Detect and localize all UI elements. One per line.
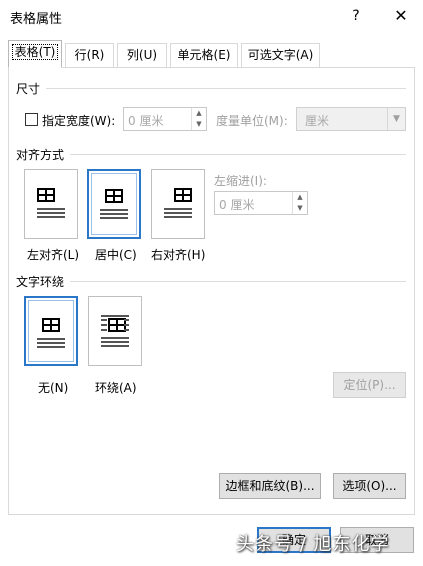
indent-left-spinner[interactable]: 0 厘米 ▲ ▼	[214, 191, 308, 215]
tab-table-label: 表格(T)	[11, 44, 59, 60]
borders-shading-button[interactable]: 边框和底纹(B)...	[219, 473, 321, 499]
spin-down-icon[interactable]: ▼	[293, 203, 307, 214]
options-button[interactable]: 选项(O)...	[333, 473, 406, 499]
measure-in-label: 度量单位(M):	[216, 114, 288, 128]
wrapping-heading: 文字环绕	[16, 275, 65, 289]
size-separator	[46, 88, 406, 89]
wrap-none-option[interactable]	[24, 296, 78, 366]
alignment-heading: 对齐方式	[16, 148, 65, 162]
wrap-none-label: 无(N)	[38, 381, 69, 395]
align-right-label: 右对齐(H)	[151, 248, 206, 262]
chevron-down-icon: ▼	[387, 108, 405, 130]
wrapping-separator	[70, 281, 406, 282]
wrap-around-option[interactable]	[88, 296, 142, 366]
tab-cell[interactable]: 单元格(E)	[170, 43, 238, 67]
alignment-separator	[70, 154, 406, 155]
dialog-title: 表格属性	[10, 12, 63, 27]
preferred-width-checkbox[interactable]	[25, 113, 38, 126]
align-left-label: 左对齐(L)	[27, 248, 80, 262]
wrap-around-label: 环绕(A)	[95, 381, 137, 395]
spin-down-icon[interactable]: ▼	[192, 119, 206, 130]
spin-up-icon[interactable]: ▲	[293, 192, 307, 203]
help-button[interactable]: ?	[344, 3, 368, 29]
positioning-button[interactable]: 定位(P)...	[333, 372, 406, 398]
preferred-width-spinner[interactable]: 0 厘米 ▲ ▼	[123, 107, 207, 131]
wrap-none-table-icon	[42, 318, 60, 332]
measure-in-value: 厘米	[305, 114, 330, 128]
watermark-text: 头条号 / 旭东化学	[236, 534, 390, 555]
preferred-width-label: 指定宽度(W):	[42, 114, 116, 128]
indent-left-label: 左缩进(I):	[214, 174, 267, 188]
indent-left-value: 0 厘米	[219, 198, 255, 212]
align-right-option[interactable]	[151, 169, 205, 239]
tab-table[interactable]: 表格(T)	[8, 40, 62, 68]
tab-panel	[8, 67, 415, 515]
close-button[interactable]: ✕	[388, 3, 414, 29]
align-left-option[interactable]	[24, 169, 78, 239]
tab-column[interactable]: 列(U)	[117, 43, 167, 67]
align-center-table-icon	[105, 189, 123, 203]
align-left-table-icon	[37, 188, 55, 202]
tab-row[interactable]: 行(R)	[65, 43, 114, 67]
align-center-label: 居中(C)	[95, 248, 137, 262]
align-right-table-icon	[174, 188, 192, 202]
measure-in-select[interactable]: 厘米 ▼	[296, 107, 406, 131]
size-heading: 尺寸	[16, 82, 41, 96]
tab-alt-text[interactable]: 可选文字(A)	[241, 43, 320, 67]
align-center-option[interactable]	[87, 169, 141, 239]
preferred-width-value: 0 厘米	[128, 114, 164, 128]
spin-up-icon[interactable]: ▲	[192, 108, 206, 119]
